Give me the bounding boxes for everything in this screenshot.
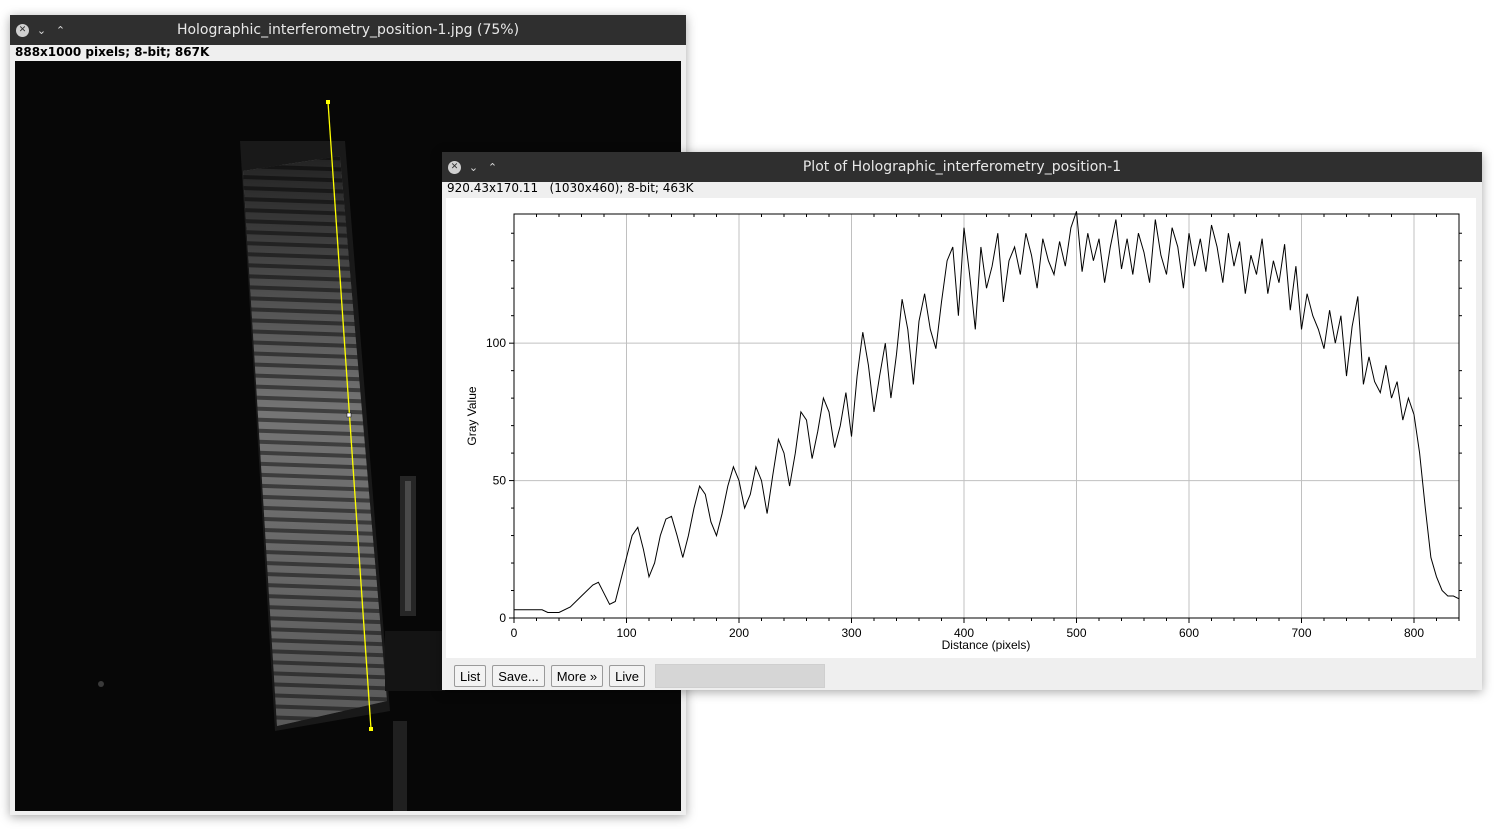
y-tick-label: 100 [486, 336, 506, 350]
image-window-controls: ✕ ⌄ ⌃ [16, 15, 67, 45]
status-field [655, 664, 826, 688]
close-icon[interactable]: ✕ [448, 160, 461, 174]
more-button[interactable]: More » [550, 665, 604, 687]
plot-window: ✕ ⌄ ⌃ Plot of Holographic_interferometry… [442, 152, 1482, 690]
live-button[interactable]: Live [609, 665, 646, 687]
close-icon[interactable]: ✕ [16, 23, 29, 37]
image-info-text: 888x1000 pixels; 8-bit; 867K [15, 45, 210, 59]
image-window-title: Holographic_interferometry_position-1.jp… [176, 22, 520, 38]
x-tick-label: 500 [1066, 626, 1086, 640]
line-handle-mid[interactable] [346, 412, 352, 418]
chevron-down-icon[interactable]: ⌄ [467, 161, 480, 174]
profile-plot: 0 100 200 300 400 500 600 700 800050100 Distance… [465, 211, 1462, 652]
x-tick-label: 700 [1291, 626, 1311, 640]
y-tick-label: 50 [493, 474, 507, 488]
plot-window-controls: ✕ ⌄ ⌃ [448, 152, 499, 182]
plot-button-bar: List Save... More » Live [454, 664, 826, 688]
x-tick-label: 800 [1404, 626, 1424, 640]
y-axis-label: Gray Value [465, 386, 479, 445]
chevron-down-icon[interactable]: ⌄ [35, 24, 48, 37]
plot-window-titlebar[interactable]: ✕ ⌄ ⌃ Plot of Holographic_interferometry… [442, 152, 1482, 182]
plot-info-text: 920.43x170.11 (1030x460); 8-bit; 463K [447, 181, 694, 195]
x-tick-label: 0 [511, 626, 518, 640]
plot-area[interactable]: 0 100 200 300 400 500 600 700 800 0 50 100 Distance… [446, 198, 1476, 658]
x-tick-label: 100 [616, 626, 636, 640]
plot-window-title: Plot of Holographic_interferometry_posit… [802, 159, 1122, 175]
x-axis-label: Distance (pixels) [942, 638, 1031, 652]
image-window-titlebar[interactable]: ✕ ⌄ ⌃ Holographic_interferometry_positio… [10, 15, 686, 45]
x-tick-label: 300 [841, 626, 861, 640]
list-button[interactable]: List [454, 665, 487, 687]
profile-series-line [514, 211, 1460, 613]
line-handle-end[interactable] [369, 727, 373, 731]
x-tick-label: 200 [729, 626, 749, 640]
y-tick-label: 0 [499, 611, 506, 625]
chevron-up-icon[interactable]: ⌃ [54, 24, 67, 37]
x-tick-label: 600 [1179, 626, 1199, 640]
chevron-up-icon[interactable]: ⌃ [486, 161, 499, 174]
line-handle-start[interactable] [326, 100, 330, 104]
save-button[interactable]: Save... [492, 665, 545, 687]
